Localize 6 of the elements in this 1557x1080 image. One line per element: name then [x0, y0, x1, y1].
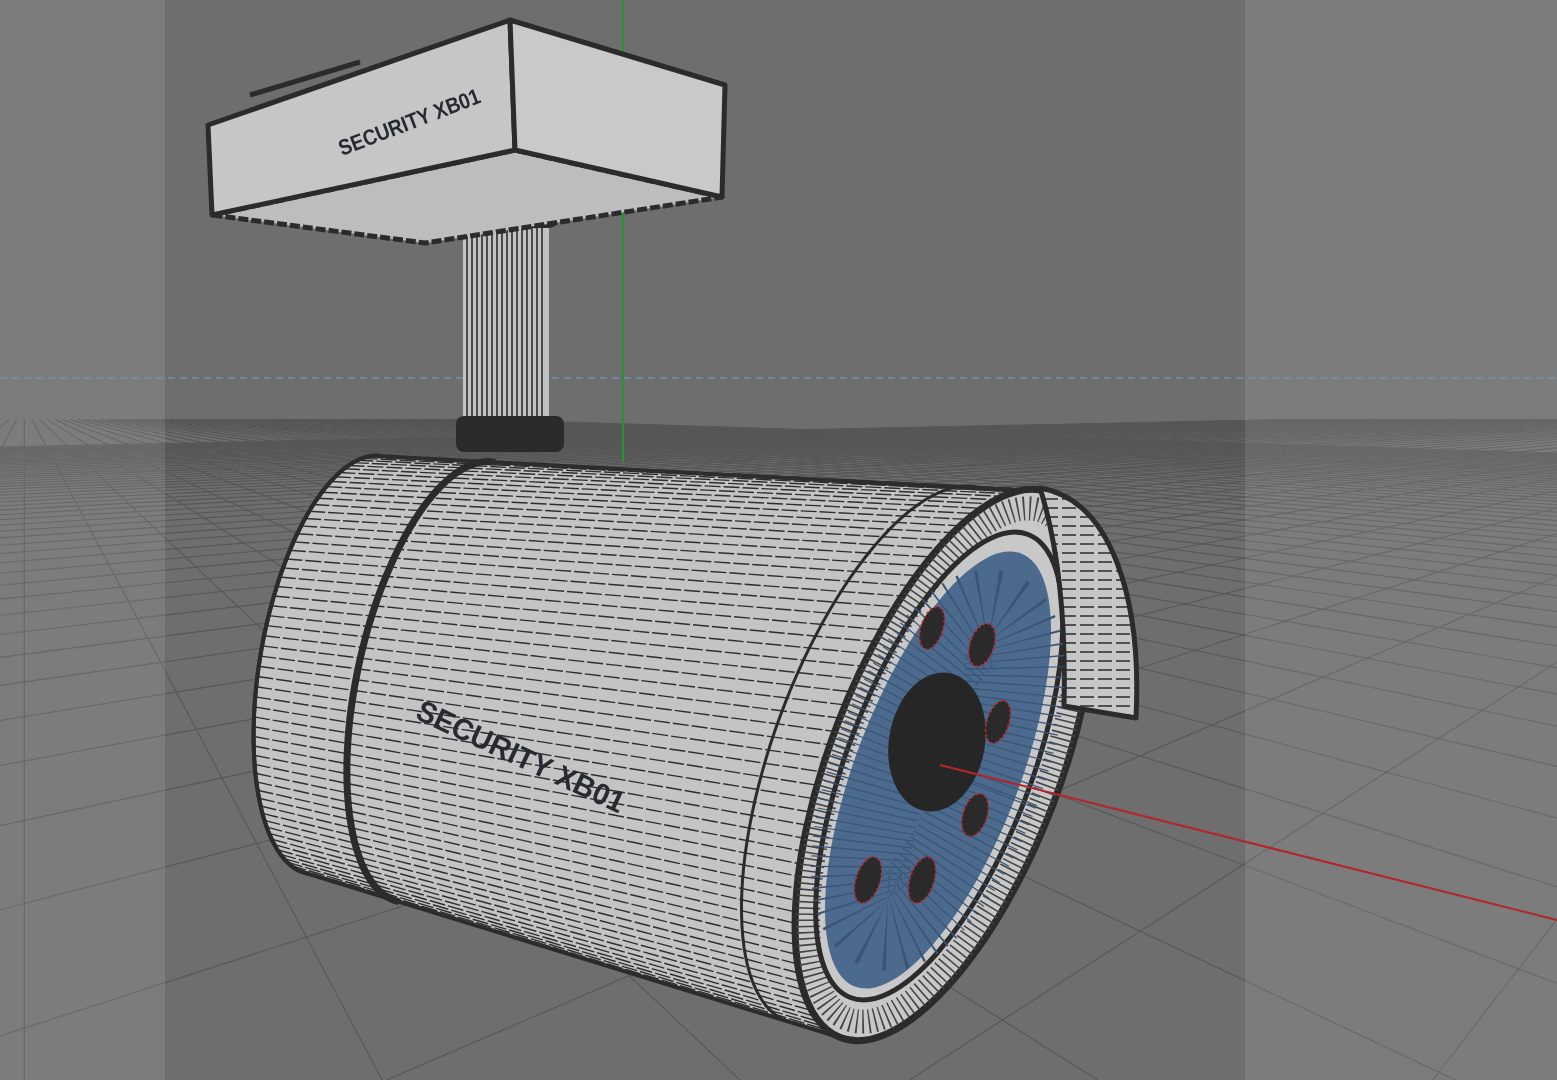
- led-icon: [907, 855, 937, 905]
- led-icon: [960, 792, 990, 838]
- led-icon: [853, 855, 883, 905]
- led-icon: [918, 605, 946, 651]
- led-icon: [984, 699, 1012, 745]
- led-icon: [967, 622, 997, 668]
